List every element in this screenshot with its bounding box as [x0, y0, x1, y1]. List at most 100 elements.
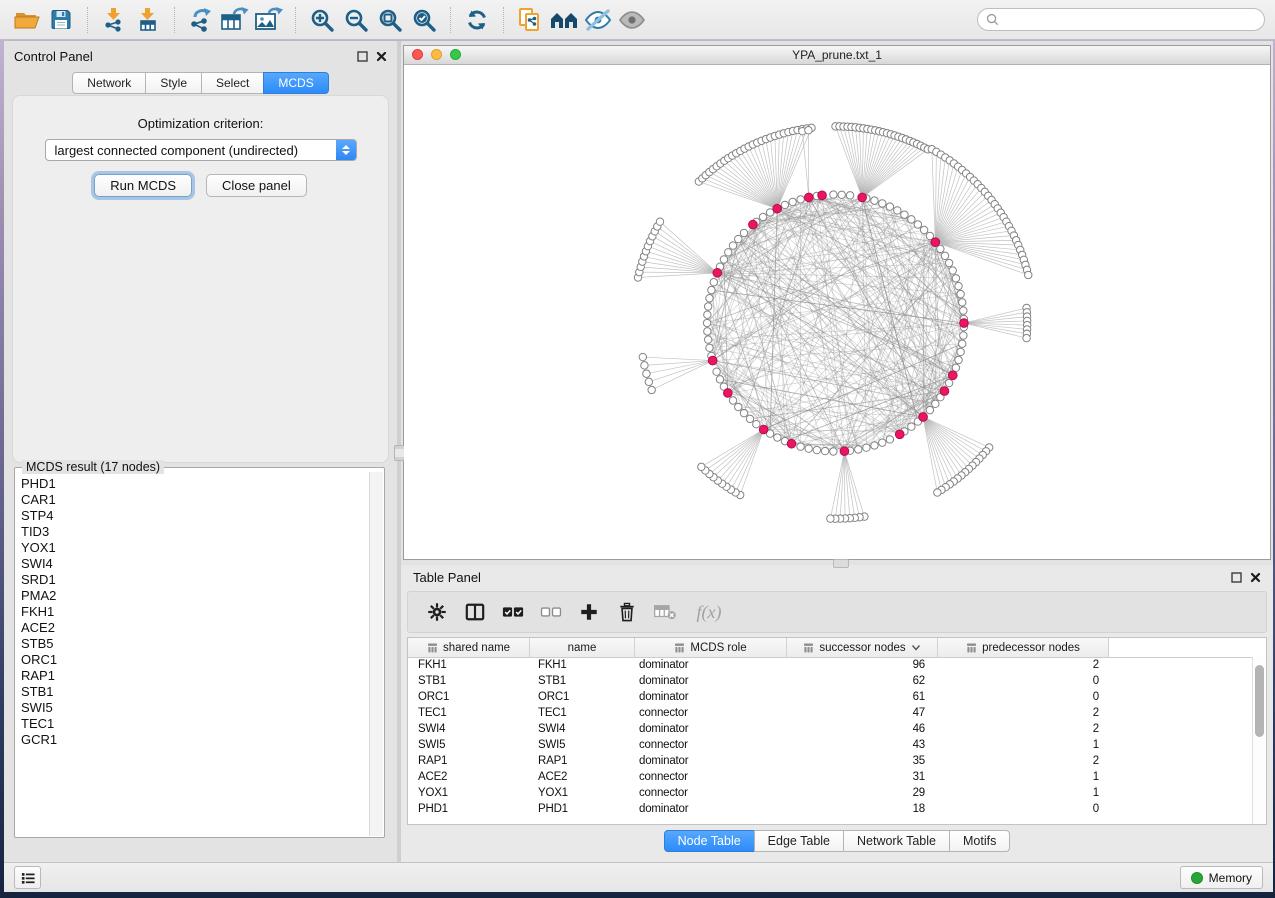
graph-node[interactable]: [703, 319, 710, 326]
cell-name[interactable]: TEC1: [530, 707, 635, 719]
graph-node[interactable]: [725, 249, 732, 256]
graph-node-mcds[interactable]: [724, 389, 733, 398]
graph-node[interactable]: [855, 446, 862, 453]
cell-predecessor-nodes[interactable]: 1: [938, 787, 1109, 799]
graph-node[interactable]: [934, 489, 941, 496]
mcds-result-item[interactable]: CAR1: [21, 492, 369, 508]
deselect-all-button[interactable]: [536, 597, 566, 627]
graph-node[interactable]: [641, 362, 648, 369]
graph-node[interactable]: [941, 252, 948, 259]
graph-node[interactable]: [797, 443, 804, 450]
graph-node[interactable]: [952, 275, 959, 282]
graph-node[interactable]: [805, 127, 812, 134]
cell-successor-nodes[interactable]: 96: [787, 659, 938, 671]
graph-node-mcds[interactable]: [948, 371, 957, 380]
cell-successor-nodes[interactable]: 31: [787, 771, 938, 783]
mcds-result-item[interactable]: SWI5: [21, 700, 369, 716]
cell-successor-nodes[interactable]: 43: [787, 739, 938, 751]
search-box[interactable]: [977, 8, 1265, 31]
close-panel-icon[interactable]: [376, 51, 387, 62]
table-scrollbar[interactable]: [1252, 657, 1266, 824]
graph-node[interactable]: [706, 295, 713, 302]
graph-node[interactable]: [729, 242, 736, 249]
cell-successor-nodes[interactable]: 46: [787, 723, 938, 735]
graph-node[interactable]: [1025, 271, 1032, 278]
graph-node-mcds[interactable]: [804, 193, 813, 202]
graph-node[interactable]: [932, 400, 939, 407]
column-header-successor-nodes[interactable]: successor nodes: [787, 638, 938, 657]
graph-node-mcds[interactable]: [713, 269, 722, 278]
memory-button[interactable]: Memory: [1180, 866, 1263, 889]
graph-node[interactable]: [710, 278, 717, 285]
column-header-shared-name[interactable]: shared name: [408, 638, 530, 657]
cell-shared-name[interactable]: SWI5: [408, 739, 530, 751]
export-image-button[interactable]: [252, 5, 286, 35]
cell-predecessor-nodes[interactable]: 0: [938, 691, 1109, 703]
graph-node[interactable]: [698, 463, 705, 470]
graph-node[interactable]: [821, 447, 828, 454]
graph-node[interactable]: [735, 235, 742, 242]
cell-successor-nodes[interactable]: 62: [787, 675, 938, 687]
graph-node[interactable]: [886, 436, 893, 443]
graph-node[interactable]: [959, 340, 966, 347]
delete-row-button[interactable]: [612, 597, 642, 627]
table-row[interactable]: FKH1FKH1dominator962: [408, 657, 1253, 673]
graph-node[interactable]: [871, 442, 878, 449]
cell-mcds-role[interactable]: connector: [635, 739, 787, 751]
tab-network-table[interactable]: Network Table: [843, 830, 950, 852]
graph-node-mcds[interactable]: [858, 193, 867, 202]
graph-node[interactable]: [838, 191, 845, 198]
vertical-splitter[interactable]: [397, 41, 401, 862]
graph-node-mcds[interactable]: [749, 220, 758, 229]
graph-node[interactable]: [920, 226, 927, 233]
cell-mcds-role[interactable]: connector: [635, 707, 787, 719]
cell-name[interactable]: FKH1: [530, 659, 635, 671]
graph-node[interactable]: [908, 423, 915, 430]
cell-successor-nodes[interactable]: 29: [787, 787, 938, 799]
graph-node-mcds[interactable]: [931, 238, 940, 247]
mcds-result-item[interactable]: YOX1: [21, 540, 369, 556]
table-row[interactable]: ORC1ORC1dominator610: [408, 689, 1253, 705]
graph-node[interactable]: [846, 192, 853, 199]
graph-node-mcds[interactable]: [759, 425, 768, 434]
cell-mcds-role[interactable]: dominator: [635, 691, 787, 703]
graph-node[interactable]: [960, 307, 967, 314]
graph-node[interactable]: [706, 344, 713, 351]
cell-shared-name[interactable]: PHD1: [408, 803, 530, 815]
mcds-result-item[interactable]: ORC1: [21, 652, 369, 668]
column-layout-button[interactable]: [460, 597, 490, 627]
graph-node[interactable]: [827, 515, 834, 522]
cell-successor-nodes[interactable]: 47: [787, 707, 938, 719]
mcds-result-item[interactable]: STB5: [21, 636, 369, 652]
mcds-result-item[interactable]: ACE2: [21, 620, 369, 636]
tab-node-table[interactable]: Node Table: [664, 830, 755, 852]
cell-shared-name[interactable]: YOX1: [408, 787, 530, 799]
network-canvas[interactable]: [404, 65, 1270, 559]
cell-shared-name[interactable]: RAP1: [408, 755, 530, 767]
graph-node[interactable]: [735, 403, 742, 410]
clone-network-button[interactable]: [513, 5, 547, 35]
zoom-selected-button[interactable]: [407, 5, 441, 35]
graph-node[interactable]: [879, 200, 886, 207]
column-header-name[interactable]: name: [530, 638, 635, 657]
cell-name[interactable]: SWI5: [530, 739, 635, 751]
cell-predecessor-nodes[interactable]: 2: [938, 707, 1109, 719]
table-row[interactable]: STB1STB1dominator620: [408, 673, 1253, 689]
cell-successor-nodes[interactable]: 61: [787, 691, 938, 703]
graph-node[interactable]: [643, 370, 650, 377]
graph-node[interactable]: [704, 336, 711, 343]
graph-node[interactable]: [648, 386, 655, 393]
cell-predecessor-nodes[interactable]: 2: [938, 755, 1109, 767]
graph-node[interactable]: [789, 198, 796, 205]
graph-node[interactable]: [781, 201, 788, 208]
horizontal-splitter-handle[interactable]: [833, 559, 849, 568]
cell-shared-name[interactable]: FKH1: [408, 659, 530, 671]
graph-node[interactable]: [908, 216, 915, 223]
graph-node[interactable]: [704, 328, 711, 335]
window-close-button[interactable]: [412, 49, 423, 60]
graph-node[interactable]: [813, 446, 820, 453]
cell-name[interactable]: SWI4: [530, 723, 635, 735]
cell-mcds-role[interactable]: dominator: [635, 803, 787, 815]
show-all-button[interactable]: [615, 5, 649, 35]
graph-node[interactable]: [720, 256, 727, 263]
